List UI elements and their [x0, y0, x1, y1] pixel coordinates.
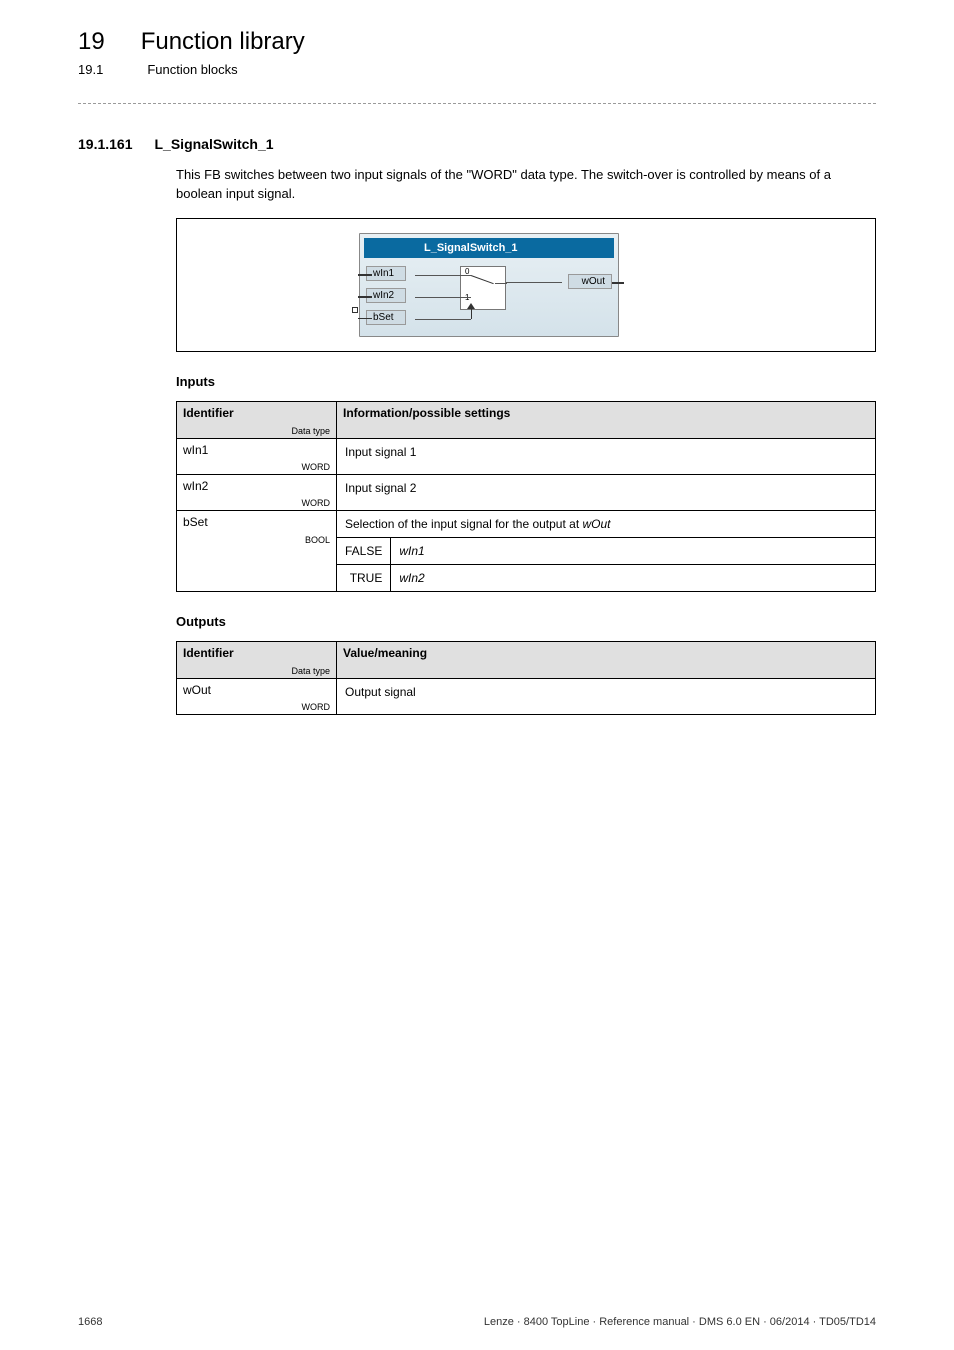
port-bSet-label: bSet [366, 310, 406, 325]
outputs-header-identifier: Identifier [177, 642, 336, 664]
subchapter-header: 19.1 Function blocks [0, 56, 954, 77]
inputs-header-datatype: Data type [291, 426, 330, 436]
function-block-box: L_SignalSwitch_1 wIn1 wIn2 bSet 0 1 [359, 233, 619, 337]
function-block-title: L_SignalSwitch_1 [424, 242, 518, 254]
inputs-heading: Inputs [0, 352, 954, 389]
input-bset-id: bSet [177, 511, 336, 533]
bset-false-val: wIn1 [391, 537, 876, 564]
table-header-row: Identifier Data type Value/meaning [177, 641, 876, 678]
port-bSet: bSet [366, 310, 406, 325]
chapter-title: Function library [141, 28, 305, 56]
port-wOut-label: wOut [568, 274, 612, 289]
chapter-header: 19 Function library [0, 0, 954, 56]
port-wOut: wOut [568, 274, 612, 289]
table-row: wIn1 WORD Input signal 1 [177, 438, 876, 474]
input-row-id: wIn2 [177, 475, 336, 497]
function-block-diagram-frame: L_SignalSwitch_1 wIn1 wIn2 bSet 0 1 [176, 218, 876, 352]
outputs-header-datatype: Data type [291, 666, 330, 676]
table-row: bSet BOOL Selection of the input signal … [177, 510, 876, 537]
output-row-type: WORD [302, 702, 331, 712]
input-bset-info-out: wOut [583, 517, 611, 531]
outputs-heading: Outputs [0, 592, 954, 629]
input-bset-type: BOOL [305, 535, 330, 545]
inputs-table: Identifier Data type Information/possibl… [176, 401, 876, 592]
inputs-header-info: Information/possible settings [337, 402, 875, 424]
port-wIn1: wIn1 [366, 266, 406, 281]
input-row-info: Input signal 2 [337, 474, 876, 510]
bset-false-key: FALSE [337, 537, 391, 564]
page-number: 1668 [78, 1316, 102, 1328]
bset-true-key: TRUE [337, 564, 391, 591]
function-block-body: wIn1 wIn2 bSet 0 1 [360, 258, 618, 334]
chapter-number: 19 [78, 28, 105, 56]
input-row-type: WORD [302, 498, 331, 508]
port-wIn2: wIn2 [366, 288, 406, 303]
subchapter-number: 19.1 [78, 62, 103, 77]
output-row-info: Output signal [337, 678, 876, 714]
input-row-id: wIn1 [177, 439, 336, 461]
port-wIn1-label: wIn1 [366, 266, 406, 281]
port-wIn2-label: wIn2 [366, 288, 406, 303]
section-title: L_SignalSwitch_1 [155, 136, 274, 152]
section-number: 19.1.161 [78, 136, 133, 152]
footer-text: Lenze · 8400 TopLine · Reference manual … [484, 1316, 876, 1328]
section-header: 19.1.161 L_SignalSwitch_1 [0, 104, 954, 152]
intro-paragraph: This FB switches between two input signa… [0, 152, 954, 204]
table-row: wOut WORD Output signal [177, 678, 876, 714]
page-footer: 1668 Lenze · 8400 TopLine · Reference ma… [78, 1316, 876, 1328]
input-bset-info: Selection of the input signal for the ou… [337, 510, 876, 537]
switch-symbol: 0 1 [460, 266, 506, 310]
subchapter-title: Function blocks [147, 62, 237, 77]
table-row: wIn2 WORD Input signal 2 [177, 474, 876, 510]
output-row-id: wOut [177, 679, 336, 701]
input-row-type: WORD [302, 462, 331, 472]
input-row-info: Input signal 1 [337, 438, 876, 474]
input-bset-info-text: Selection of the input signal for the ou… [345, 517, 583, 531]
function-block-title-bar: L_SignalSwitch_1 [364, 238, 614, 258]
table-header-row: Identifier Data type Information/possibl… [177, 401, 876, 438]
outputs-table: Identifier Data type Value/meaning wOut … [176, 641, 876, 715]
outputs-header-info: Value/meaning [337, 642, 875, 664]
bset-true-val: wIn2 [391, 564, 876, 591]
inputs-header-identifier: Identifier [177, 402, 336, 424]
